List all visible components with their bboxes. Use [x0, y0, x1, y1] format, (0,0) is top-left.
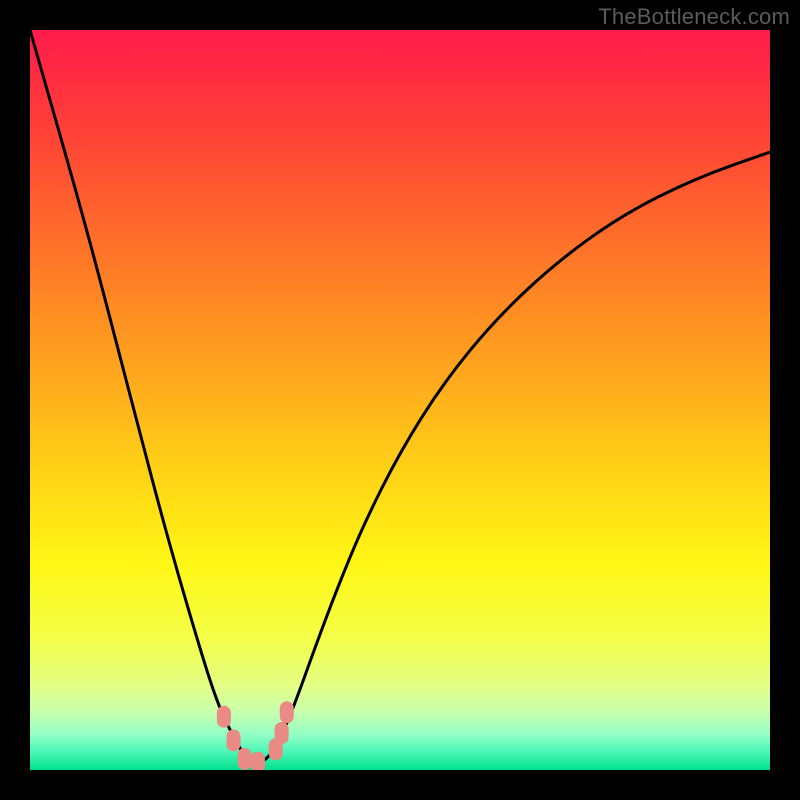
data-marker — [227, 729, 241, 751]
watermark-label: TheBottleneck.com — [598, 4, 790, 30]
data-marker — [280, 701, 294, 723]
data-marker — [275, 722, 289, 744]
bottleneck-chart — [30, 30, 770, 770]
chart-frame: TheBottleneck.com — [0, 0, 800, 800]
gradient-background — [30, 30, 770, 770]
data-marker — [238, 748, 252, 770]
plot-area — [30, 30, 770, 770]
data-marker — [217, 706, 231, 728]
data-marker — [251, 752, 265, 770]
